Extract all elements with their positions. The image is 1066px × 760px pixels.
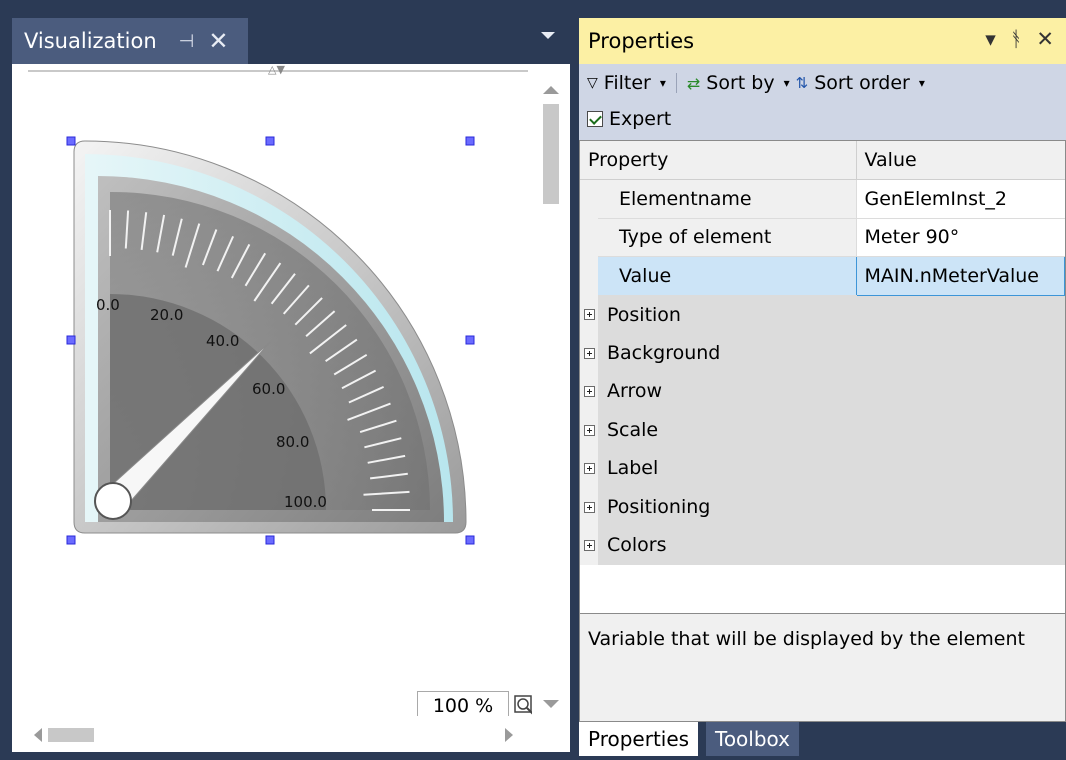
expand-icon[interactable] [583, 309, 595, 321]
group-row-label[interactable]: Label [580, 449, 1065, 488]
properties-title-bar: Properties ▾ ᚬ ✕ [579, 18, 1066, 64]
group-label: Colors [598, 526, 1065, 565]
properties-toolbar: ▽ Filter ▾ ⇄ Sort by ▾ ⇅ Sort order ▾ Ex… [579, 64, 1066, 140]
group-label: Background [598, 333, 1065, 372]
scroll-thumb[interactable] [543, 104, 559, 204]
expand-icon[interactable] [583, 540, 595, 552]
group-label: Arrow [598, 372, 1065, 411]
expand-icon[interactable] [583, 501, 595, 513]
chevron-down-icon[interactable]: ▾ [919, 76, 925, 90]
group-label: Label [598, 449, 1065, 488]
property-grid[interactable]: Property Value Elementname GenElemInst_2… [579, 140, 1066, 614]
visualization-tabbar: Visualization ⊣ ✕ [0, 18, 570, 64]
expert-checkbox[interactable] [587, 111, 603, 127]
table-row[interactable]: Type of element Meter 90° [580, 218, 1065, 257]
header-value: Value [855, 141, 1065, 180]
scale-label-40: 40.0 [206, 332, 239, 350]
group-label: Positioning [598, 487, 1065, 526]
pin-icon[interactable]: ᚬ [1010, 27, 1023, 51]
property-value[interactable]: MAIN.nMeterValue [855, 256, 1065, 296]
sort-order-button[interactable]: Sort order [814, 72, 910, 94]
filter-icon: ▽ [587, 75, 598, 91]
filter-button[interactable]: Filter [604, 72, 651, 94]
expert-label: Expert [609, 108, 672, 130]
sort-by-button[interactable]: Sort by [706, 72, 774, 94]
visualization-canvas[interactable]: △▼ 0.0 20.0 40.0 60.0 80.0 100.0 100 % [12, 63, 570, 752]
scale-label-60: 60.0 [252, 380, 285, 398]
property-name: Elementname [598, 179, 856, 219]
sort-order-icon: ⇅ [795, 74, 809, 92]
panel-title: Properties [588, 29, 695, 53]
property-description: Variable that will be displayed by the e… [579, 614, 1066, 722]
expand-icon[interactable] [583, 386, 595, 398]
property-name: Type of element [598, 218, 856, 257]
dropdown-icon[interactable]: ▾ [985, 27, 996, 51]
horizontal-scrollbar[interactable] [12, 716, 570, 752]
close-icon[interactable]: ✕ [1036, 27, 1054, 51]
group-row-background[interactable]: Background [580, 333, 1065, 372]
scale-label-0: 0.0 [96, 296, 120, 314]
group-row-position[interactable]: Position [580, 295, 1065, 334]
vertical-scrollbar[interactable] [532, 64, 570, 716]
properties-panel: Properties ▾ ᚬ ✕ ▽ Filter ▾ ⇄ Sort by ▾ … [579, 18, 1066, 760]
table-row-selected[interactable]: Value MAIN.nMeterValue [580, 256, 1065, 296]
tab-title: Visualization [24, 29, 157, 53]
group-label: Position [598, 295, 1065, 334]
toolbar-separator [675, 73, 677, 93]
group-row-arrow[interactable]: Arrow [580, 372, 1065, 411]
scroll-thumb-horizontal[interactable] [48, 728, 94, 742]
scroll-left-icon[interactable] [34, 728, 42, 742]
table-row[interactable]: Elementname GenElemInst_2 [580, 179, 1065, 219]
scroll-right-icon[interactable] [505, 728, 513, 742]
sort-by-icon: ⇄ [686, 73, 701, 93]
group-label: Scale [598, 410, 1065, 449]
scroll-up-icon[interactable] [543, 86, 559, 94]
group-row-positioning[interactable]: Positioning [580, 487, 1065, 526]
header-property: Property [580, 141, 856, 180]
property-value[interactable]: Meter 90° [855, 218, 1065, 257]
meter-90-element[interactable]: 0.0 20.0 40.0 60.0 80.0 100.0 [12, 64, 532, 716]
group-row-scale[interactable]: Scale [580, 410, 1065, 449]
chevron-down-icon[interactable] [541, 32, 555, 39]
expand-icon[interactable] [583, 347, 595, 359]
expand-icon[interactable] [583, 463, 595, 475]
property-name: Value [598, 256, 856, 296]
chevron-down-icon[interactable]: ▾ [660, 76, 666, 90]
expand-icon[interactable] [583, 424, 595, 436]
tab-properties[interactable]: Properties [579, 722, 699, 756]
scale-label-100: 100.0 [284, 493, 327, 511]
meter-pivot [94, 482, 132, 520]
scale-label-20: 20.0 [150, 306, 183, 324]
group-row-colors[interactable]: Colors [580, 526, 1065, 565]
chevron-down-icon[interactable]: ▾ [784, 76, 790, 90]
close-icon[interactable]: ✕ [208, 27, 228, 55]
tab-toolbox[interactable]: Toolbox [706, 722, 799, 756]
scroll-down-icon[interactable] [543, 700, 559, 708]
pin-icon[interactable]: ⊣ [179, 31, 195, 52]
scale-label-80: 80.0 [276, 433, 309, 451]
tab-visualization[interactable]: Visualization ⊣ ✕ [12, 18, 248, 64]
bottom-tabbar: Properties Toolbox [579, 722, 1066, 760]
grid-header: Property Value [580, 141, 1065, 180]
property-value[interactable]: GenElemInst_2 [855, 179, 1065, 219]
